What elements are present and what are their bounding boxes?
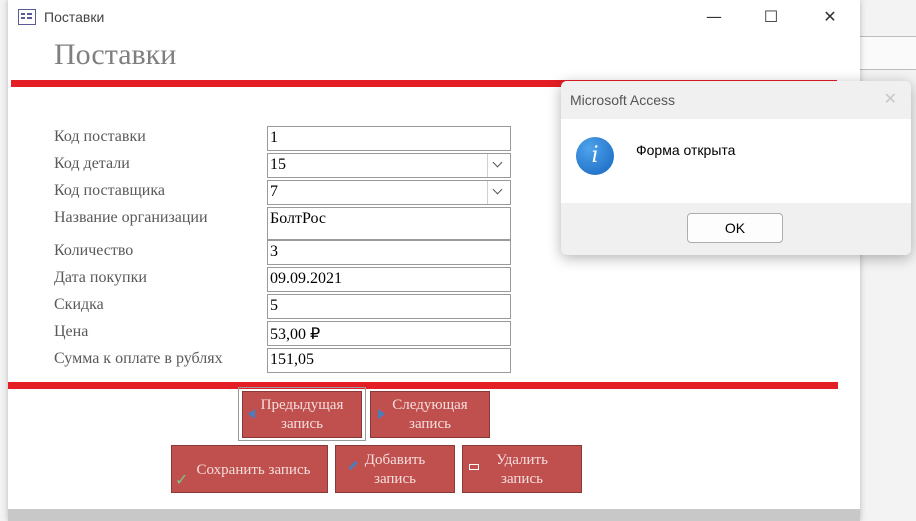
info-icon: i [576, 137, 614, 175]
previous-record-line1: Предыдущая [260, 397, 344, 413]
discount-value: 5 [270, 297, 278, 314]
chevron-down-icon[interactable] [487, 154, 510, 177]
supplier-code-combobox[interactable]: 7 [267, 180, 511, 205]
quantity-value: 3 [270, 243, 278, 260]
organization-name-field[interactable]: БолтРос [267, 207, 511, 240]
close-button[interactable]: ✕ [810, 4, 850, 30]
save-record-button[interactable]: ✓ Сохранить запись [171, 445, 328, 493]
delete-icon [469, 464, 479, 470]
previous-record-line2: запись [281, 416, 323, 432]
pencil-icon [348, 460, 358, 471]
delivery-code-value: 1 [270, 129, 278, 146]
total-amount-value: 151,05 [270, 351, 314, 368]
background-toolbar-strip [860, 36, 916, 70]
discount-field[interactable]: 5 [267, 294, 511, 319]
price-value: 53,00 ₽ [270, 326, 321, 343]
label-delivery-code: Код поставки [54, 128, 146, 145]
delivery-code-field[interactable]: 1 [267, 126, 511, 151]
purchase-date-field[interactable]: 09.09.2021 [267, 267, 511, 292]
delete-record-button[interactable]: Удалить запись [462, 445, 582, 493]
title-bar: Поставки — ☐ ✕ [8, 0, 860, 34]
add-record-line1: Добавить [364, 452, 426, 468]
label-total-amount: Сумма к оплате в рублях [54, 350, 223, 367]
ok-button[interactable]: OK [687, 213, 783, 243]
label-price: Цена [54, 323, 89, 340]
delete-record-line2: запись [501, 471, 543, 487]
dialog-title: Microsoft Access [570, 92, 676, 108]
dialog-close-icon[interactable]: ✕ [884, 89, 897, 108]
label-purchase-date: Дата покупки [54, 269, 147, 286]
label-supplier-code: Код поставщика [54, 182, 165, 199]
form-window: Поставки — ☐ ✕ Поставки Код поставки 1 К… [8, 0, 860, 521]
add-record-line2: запись [374, 471, 416, 487]
quantity-field[interactable]: 3 [267, 240, 511, 265]
chevron-down-icon[interactable] [487, 181, 510, 204]
next-record-line2: запись [409, 416, 451, 432]
footer-divider [8, 382, 838, 389]
dialog-title-bar: Microsoft Access ✕ [561, 81, 911, 119]
message-dialog: Microsoft Access ✕ i Форма открыта OK [561, 81, 911, 255]
window-title: Поставки [44, 9, 105, 25]
dialog-message: Форма открыта [636, 142, 736, 158]
price-field[interactable]: 53,00 ₽ [267, 321, 511, 346]
label-organization-name: Название организации [54, 209, 208, 226]
maximize-button[interactable]: ☐ [751, 4, 791, 30]
delete-record-line1: Удалить [496, 452, 548, 468]
part-code-value: 15 [270, 156, 286, 173]
checkmark-icon: ✓ [175, 470, 189, 489]
next-record-line1: Следующая [392, 397, 468, 413]
previous-record-button[interactable]: Предыдущая запись [242, 391, 362, 438]
minimize-button[interactable]: — [694, 4, 734, 30]
form-heading: Поставки [54, 38, 177, 71]
supplier-code-value: 7 [270, 183, 278, 200]
next-record-button[interactable]: Следующая запись [370, 391, 490, 438]
add-record-button[interactable]: Добавить запись [335, 445, 455, 493]
label-quantity: Количество [54, 242, 134, 259]
save-record-label: Сохранить запись [196, 462, 311, 478]
label-discount: Скидка [54, 296, 104, 313]
form-icon [18, 9, 36, 25]
arrow-left-icon [248, 409, 255, 419]
scrollbar-bottom[interactable] [8, 509, 860, 521]
dialog-body: i Форма открыта [561, 119, 911, 203]
purchase-date-value: 09.09.2021 [270, 270, 342, 287]
arrow-right-icon [378, 409, 385, 419]
organization-name-value: БолтРос [270, 210, 326, 227]
total-amount-field[interactable]: 151,05 [267, 348, 511, 373]
label-part-code: Код детали [54, 155, 130, 172]
part-code-combobox[interactable]: 15 [267, 153, 511, 178]
